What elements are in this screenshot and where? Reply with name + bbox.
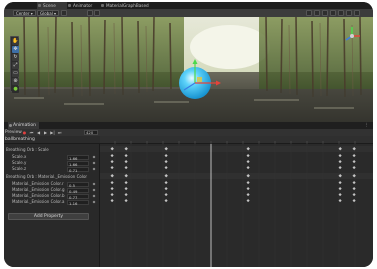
keyframe-toggle-icon[interactable] <box>92 182 96 186</box>
scene-tab-icon <box>38 4 41 7</box>
unity-editor-window: Scene Animator MaterialGraphBased Center… <box>4 2 373 267</box>
rotate-tool-icon[interactable]: ↻ <box>12 54 19 61</box>
first-keyframe-icon[interactable]: ⏮ <box>29 130 34 135</box>
timeline-ruler[interactable] <box>100 136 373 144</box>
animation-tab-icon <box>9 124 12 127</box>
property-value-field[interactable]: 0.5 <box>67 181 89 187</box>
property-label: Material._Emission Color.a <box>12 199 65 204</box>
group-label: Breathing Orb : Material._Emission Color <box>6 174 88 179</box>
scene-view[interactable]: ✋ ✥ ↻ ⤢ ▭ ⊕ ● <box>4 17 373 122</box>
animator-tab-icon <box>68 4 71 7</box>
clip-selector[interactable]: ballbreathing <box>4 136 100 144</box>
custom-tool-icon[interactable]: ● <box>12 86 19 93</box>
lighting-toggle-icon[interactable] <box>314 10 320 16</box>
tab-scene[interactable]: Scene <box>37 2 67 9</box>
graph-tab-icon <box>101 4 104 7</box>
animation-tab-label: Animation <box>13 123 36 128</box>
keyframe-toggle-icon[interactable] <box>92 194 96 198</box>
property-label: Scale.z <box>12 166 27 171</box>
forest-scene-render <box>4 17 373 122</box>
more-options-icon[interactable]: ⋮ <box>365 122 370 129</box>
property-group-emission[interactable]: Breathing Orb : Material._Emission Color <box>4 174 100 180</box>
group-label: Breathing Orb : Scale <box>6 147 49 152</box>
rect-tool-icon[interactable]: ▭ <box>12 70 19 77</box>
audio-toggle-icon[interactable] <box>322 10 328 16</box>
effects-toggle-icon[interactable] <box>330 10 336 16</box>
grid-snap-icon[interactable] <box>61 10 67 16</box>
tab-scene-label: Scene <box>43 3 56 8</box>
add-property-button[interactable]: Add Property <box>8 213 89 220</box>
property-row[interactable]: Material._Emission Color.a 1.16 <box>4 199 100 205</box>
tab-animator[interactable]: Animator <box>67 2 100 9</box>
scale-tool-icon[interactable]: ⤢ <box>12 62 19 69</box>
keyframe-toggle-icon[interactable] <box>92 200 96 204</box>
gizmos-icon[interactable] <box>354 10 360 16</box>
play-button-icon[interactable]: ▶ <box>43 130 48 135</box>
last-keyframe-icon[interactable]: ⏭ <box>57 130 62 135</box>
clip-name: ballbreathing <box>5 137 35 142</box>
animation-control-bar: Preview ● ⏮ ◀ ▶ ▶| ⏭ 420 <box>4 129 373 136</box>
grid-toggle-icon[interactable] <box>87 10 93 16</box>
camera-settings-icon[interactable] <box>346 10 352 16</box>
next-keyframe-icon[interactable]: ▶| <box>50 130 55 135</box>
preview-toggle[interactable]: Preview <box>5 129 22 136</box>
keyframe-toggle-icon[interactable] <box>92 161 96 165</box>
property-value-field[interactable]: 1.66 <box>67 160 89 166</box>
property-group-scale[interactable]: Breathing Orb : Scale <box>4 147 100 153</box>
property-value-field[interactable]: 0.71 <box>67 166 89 172</box>
property-value-field[interactable]: 0.49 <box>67 187 89 193</box>
animation-tab[interactable]: Animation <box>8 122 39 129</box>
prev-keyframe-icon[interactable]: ◀ <box>36 130 41 135</box>
snap-increment-icon[interactable] <box>94 10 100 16</box>
tab-materialgraph[interactable]: MaterialGraphBased <box>100 2 170 9</box>
2d-toggle-icon[interactable] <box>306 10 312 16</box>
global-local-dropdown[interactable]: Global ▾ <box>37 10 60 16</box>
keyframe-toggle-icon[interactable] <box>92 167 96 171</box>
property-value-field[interactable]: 1.16 <box>67 199 89 205</box>
animation-window-tab-bar: Animation ⋮ <box>4 122 373 129</box>
keyframe-toggle-icon[interactable] <box>92 188 96 192</box>
tab-animator-label: Animator <box>73 3 93 8</box>
transform-tool-icon[interactable]: ⊕ <box>12 78 19 85</box>
property-list: Breathing Orb : Scale Scale.x 1.66 Scale… <box>4 144 100 267</box>
frame-field[interactable]: 420 <box>84 130 98 135</box>
property-value-field[interactable]: 1.66 <box>67 154 89 160</box>
move-tool-icon[interactable]: ✥ <box>12 46 19 53</box>
dopesheet[interactable] <box>100 144 373 267</box>
ruler-ticks <box>114 141 356 144</box>
dopesheet-grid <box>100 144 373 267</box>
record-button-icon[interactable]: ● <box>22 130 27 135</box>
hidden-objects-icon[interactable] <box>338 10 344 16</box>
pivot-center-dropdown[interactable]: Center ▾ <box>13 10 36 16</box>
pivot-center-label: Center <box>16 11 30 16</box>
property-row[interactable]: Scale.z 0.71 <box>4 166 100 172</box>
property-value-field[interactable]: 0.77 <box>67 193 89 199</box>
editor-tab-bar: Scene Animator MaterialGraphBased <box>4 2 373 9</box>
keyframe-toggle-icon[interactable] <box>92 155 96 159</box>
hand-tool-icon[interactable]: ✋ <box>12 38 19 45</box>
global-label: Global <box>40 11 53 16</box>
scene-tools-panel: ✋ ✥ ↻ ⤢ ▭ ⊕ ● <box>10 36 19 93</box>
tab-materialgraph-label: MaterialGraphBased <box>106 3 149 8</box>
scene-toolbar: Center ▾ Global ▾ <box>4 9 373 17</box>
